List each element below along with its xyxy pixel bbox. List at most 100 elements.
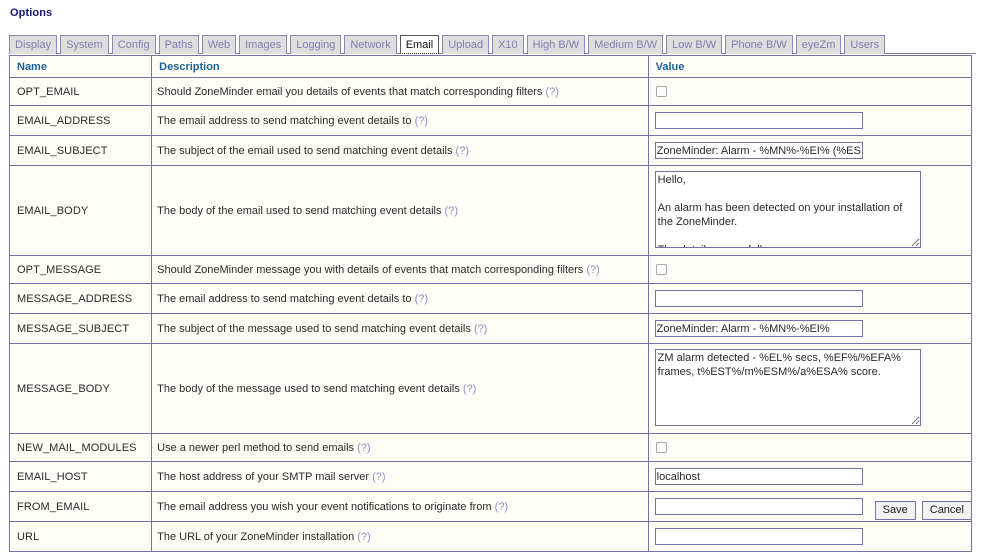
cancel-button[interactable]: Cancel	[921, 501, 972, 520]
input-email-address[interactable]	[654, 112, 863, 129]
option-value	[647, 433, 973, 462]
tab-label: Upload	[448, 39, 484, 51]
tab-users[interactable]: Users	[844, 35, 886, 54]
option-description-text: The email address you wish your event no…	[157, 500, 492, 513]
option-value	[647, 105, 973, 136]
tab-upload[interactable]: Upload	[442, 35, 490, 54]
checkbox-new-mail-modules[interactable]	[655, 442, 667, 453]
tab-logging[interactable]: Logging	[290, 35, 342, 54]
table-row: OPT_EMAIL Should ZoneMinder email you det…	[8, 77, 973, 106]
option-name-url: URL	[8, 521, 153, 552]
tab-x10[interactable]: X10	[492, 35, 524, 54]
table-row: EMAIL_BODY The body of the email used to …	[8, 165, 973, 256]
help-link-icon[interactable]: (?)	[545, 86, 558, 98]
tab-low-b-w[interactable]: Low B/W	[666, 35, 723, 54]
column-header-value: Value	[647, 55, 973, 78]
tab-label: Images	[245, 39, 282, 51]
help-link-icon[interactable]: (?)	[415, 293, 428, 305]
option-description: The email address to send matching event…	[151, 105, 649, 136]
option-description: The URL of your ZoneMinder installation …	[151, 521, 649, 552]
options-table: Name Description Value OPT_EMAIL Should Z…	[8, 55, 973, 552]
tab-paths[interactable]: Paths	[158, 35, 199, 54]
save-button[interactable]: Save	[874, 501, 916, 520]
tab-label: Users	[850, 39, 880, 51]
tab-display[interactable]: Display	[9, 35, 58, 54]
option-description: Use a newer perl method to send emails (…	[151, 433, 649, 462]
option-name-label: EMAIL_ADDRESS	[17, 114, 111, 127]
table-row: EMAIL_SUBJECT The subject of the email us…	[8, 135, 973, 166]
header-row: Name Description Value	[8, 55, 973, 78]
checkbox-opt-email[interactable]	[655, 86, 667, 97]
option-name-message-subject: MESSAGE_SUBJECT	[8, 313, 153, 344]
input-email-host[interactable]	[654, 468, 863, 485]
tab-web[interactable]: Web	[201, 35, 237, 54]
tab-images[interactable]: Images	[239, 35, 288, 54]
option-value	[647, 521, 973, 552]
tab-network[interactable]: Network	[344, 35, 397, 54]
option-name-label: MESSAGE_ADDRESS	[17, 292, 133, 305]
textarea-message-body[interactable]	[654, 348, 921, 426]
option-description-text: The subject of the message used to send …	[157, 322, 471, 335]
option-value	[647, 343, 973, 434]
tab-phone-b-w[interactable]: Phone B/W	[725, 35, 793, 54]
help-link-icon[interactable]: (?)	[372, 471, 385, 483]
column-header-name: Name	[8, 55, 153, 78]
help-link-icon[interactable]: (?)	[474, 323, 487, 335]
help-link-icon[interactable]: (?)	[445, 205, 458, 217]
input-from-email[interactable]	[654, 498, 863, 515]
option-name-new-mail-modules: NEW_MAIL_MODULES	[8, 433, 153, 462]
input-email-subject[interactable]	[654, 142, 863, 159]
input-message-subject[interactable]	[654, 320, 863, 337]
help-link-icon[interactable]: (?)	[586, 264, 599, 276]
tab-medium-b-w[interactable]: Medium B/W	[588, 35, 664, 54]
form-button-bar: Save Cancel	[874, 501, 972, 520]
option-description-text: Use a newer perl method to send emails	[157, 441, 355, 454]
tab-system[interactable]: System	[60, 35, 109, 54]
textarea-email-body[interactable]	[654, 170, 921, 248]
table-row: MESSAGE_BODY The body of the message used…	[8, 343, 973, 434]
page-title: Options	[10, 7, 53, 19]
option-description-text: The host address of your SMTP mail serve…	[157, 470, 370, 483]
option-description: Should ZoneMinder message you with detai…	[151, 255, 649, 284]
table-row: EMAIL_HOST The host address of your SMTP …	[8, 461, 973, 492]
help-link-icon[interactable]: (?)	[495, 501, 508, 513]
tab-label: Web	[207, 39, 231, 51]
option-value	[647, 255, 973, 284]
option-description-text: The subject of the email used to send ma…	[157, 144, 453, 157]
tab-label: Display	[15, 39, 52, 51]
table-row: OPT_MESSAGE Should ZoneMinder message you…	[8, 255, 973, 284]
table-row: MESSAGE_SUBJECT The subject of the messag…	[8, 313, 973, 344]
option-name-email-subject: EMAIL_SUBJECT	[8, 135, 153, 166]
option-name-opt-message: OPT_MESSAGE	[8, 255, 153, 284]
option-description-text: The body of the email used to send match…	[157, 204, 442, 217]
help-link-icon[interactable]: (?)	[357, 442, 370, 454]
checkbox-opt-message[interactable]	[655, 264, 667, 275]
tab-high-b-w[interactable]: High B/W	[526, 35, 586, 54]
option-description: Should ZoneMinder email you details of e…	[151, 77, 649, 106]
tab-label: Config	[117, 39, 150, 51]
help-link-icon[interactable]: (?)	[456, 145, 469, 157]
tab-config[interactable]: Config	[111, 35, 156, 54]
tab-email[interactable]: Email	[399, 35, 440, 54]
option-description: The email address to send matching event…	[151, 283, 649, 314]
option-name-message-address: MESSAGE_ADDRESS	[8, 283, 153, 314]
tab-eyezm[interactable]: eyeZm	[795, 35, 842, 54]
option-description-text: The URL of your ZoneMinder installation	[157, 530, 355, 543]
option-name-label: MESSAGE_BODY	[17, 382, 110, 395]
option-description: The body of the message used to send mat…	[151, 343, 649, 434]
input-message-address[interactable]	[654, 290, 863, 307]
option-name-label: EMAIL_HOST	[17, 470, 88, 483]
input-url[interactable]	[654, 528, 863, 545]
help-link-icon[interactable]: (?)	[357, 531, 370, 543]
option-name-label: OPT_EMAIL	[17, 85, 80, 98]
option-name-label: OPT_MESSAGE	[17, 263, 102, 276]
options-page: Options Display System Config Paths Web Image…	[0, 0, 985, 552]
option-name-from-email: FROM_EMAIL	[8, 491, 153, 522]
option-name-label: EMAIL_BODY	[17, 204, 89, 217]
help-link-icon[interactable]: (?)	[415, 115, 428, 127]
tab-label: High B/W	[532, 39, 580, 51]
help-link-icon[interactable]: (?)	[463, 383, 476, 395]
option-description: The body of the email used to send match…	[151, 165, 649, 256]
option-description-text: The email address to send matching event…	[157, 292, 412, 305]
option-description: The host address of your SMTP mail serve…	[151, 461, 649, 492]
